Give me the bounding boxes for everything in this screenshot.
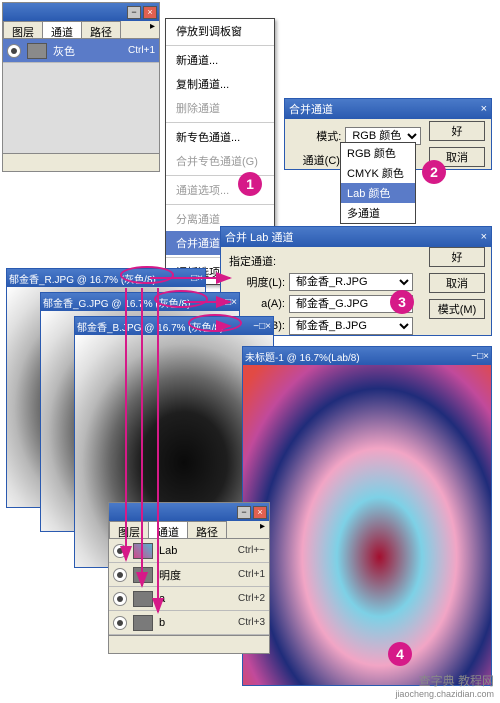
panel-tabs: 图层 通道 路径 ▸: [3, 21, 159, 39]
close-button[interactable]: ×: [231, 297, 237, 308]
channel-name: 明度: [159, 567, 181, 583]
panel-footer: [109, 635, 269, 653]
step-badge-4: 4: [388, 642, 412, 666]
cancel-button[interactable]: 取消: [429, 273, 485, 293]
window-title: 未标题-1 @ 16.7%(Lab/8): [245, 349, 471, 364]
highlight-ring: [154, 290, 208, 308]
panel-footer: [3, 153, 159, 171]
visibility-icon[interactable]: [7, 44, 21, 58]
channel-name: a: [159, 593, 165, 605]
dialog-title: 合并通道 ×: [285, 99, 491, 119]
channel-select[interactable]: 郁金香_B.JPG: [289, 317, 413, 335]
dropdown-option[interactable]: Lab 颜色: [341, 183, 415, 203]
channels-panel-bottom: − × 图层 通道 路径 ▸ Lab Ctrl+~ 明度 Ctrl+1 a Ctrl+2 b…: [108, 502, 270, 654]
channel-name: Lab: [159, 545, 177, 557]
dropdown-option[interactable]: RGB 颜色: [341, 143, 415, 163]
close-button[interactable]: ×: [143, 6, 157, 19]
panel-tabs: 图层 通道 路径 ▸: [109, 521, 269, 539]
menu-item[interactable]: 新专色通道...: [166, 125, 274, 149]
channels-label: 通道(C):: [293, 152, 343, 168]
channels-panel-top: − × 图层 通道 路径 ▸ 灰色 Ctrl+1: [2, 2, 160, 172]
channel-row-gray[interactable]: 灰色 Ctrl+1: [3, 39, 159, 63]
tab-paths[interactable]: 路径: [187, 521, 227, 538]
menu-item: 合并专色通道(G): [166, 149, 274, 173]
panel-menu-icon[interactable]: ▸: [256, 521, 269, 538]
channel-thumb: [133, 567, 153, 583]
highlight-ring: [188, 314, 242, 332]
channel-shortcut: Ctrl+1: [128, 45, 155, 56]
mode-dropdown: RGB 颜色CMYK 颜色Lab 颜色多通道: [340, 142, 416, 224]
group-label: 指定通道:: [229, 253, 419, 269]
visibility-icon[interactable]: [113, 568, 127, 582]
mode-button[interactable]: 模式(M): [429, 299, 485, 319]
tab-paths[interactable]: 路径: [81, 21, 121, 38]
channel-shortcut: Ctrl+3: [238, 617, 265, 628]
dialog-title: 合并 Lab 通道 ×: [221, 227, 491, 247]
tab-layers[interactable]: 图层: [109, 521, 149, 538]
tab-layers[interactable]: 图层: [3, 21, 43, 38]
close-icon[interactable]: ×: [481, 103, 487, 115]
panel-titlebar: − ×: [3, 3, 159, 21]
ok-button[interactable]: 好: [429, 247, 485, 267]
channel-shortcut: Ctrl+2: [238, 593, 265, 604]
menu-item[interactable]: 复制通道...: [166, 72, 274, 96]
highlight-ring: [120, 266, 174, 284]
channel-thumb: [133, 591, 153, 607]
channel-shortcut: Ctrl+1: [238, 569, 265, 580]
close-button[interactable]: ×: [197, 273, 203, 284]
tab-channels[interactable]: 通道: [148, 521, 188, 538]
channel-row[interactable]: 明度 Ctrl+1: [109, 563, 269, 587]
channel-name: 灰色: [53, 43, 75, 59]
visibility-icon[interactable]: [113, 544, 127, 558]
visibility-icon[interactable]: [113, 592, 127, 606]
dropdown-option[interactable]: 多通道: [341, 203, 415, 223]
mode-label: 模式:: [293, 128, 341, 144]
channel-row[interactable]: Lab Ctrl+~: [109, 539, 269, 563]
tab-channels[interactable]: 通道: [42, 21, 82, 38]
step-badge-1: 1: [238, 172, 262, 196]
menu-item[interactable]: 新通道...: [166, 48, 274, 72]
channel-select[interactable]: 郁金香_R.JPG: [289, 273, 413, 291]
watermark: 查字典 教程网 jiaocheng.chazidian.com: [395, 672, 494, 699]
panel-empty: [3, 63, 159, 153]
channel-row[interactable]: a Ctrl+2: [109, 587, 269, 611]
channel-thumb: [133, 543, 153, 559]
panel-titlebar: − ×: [109, 503, 269, 521]
image-window-result[interactable]: 未标题-1 @ 16.7%(Lab/8) −□×: [242, 346, 492, 686]
close-button[interactable]: ×: [253, 506, 267, 519]
step-badge-3: 3: [390, 290, 414, 314]
dialog-title-text: 合并通道: [289, 101, 333, 117]
minimize-button[interactable]: −: [127, 6, 141, 19]
channel-thumb: [27, 43, 47, 59]
visibility-icon[interactable]: [113, 616, 127, 630]
close-icon[interactable]: ×: [481, 231, 487, 243]
panel-menu-icon[interactable]: ▸: [146, 21, 159, 38]
minimize-button[interactable]: −: [237, 506, 251, 519]
close-button[interactable]: ×: [483, 351, 489, 362]
field-label: 明度(L):: [229, 274, 285, 290]
channel-shortcut: Ctrl+~: [238, 545, 265, 556]
ok-button[interactable]: 好: [429, 121, 485, 141]
dialog-title-text: 合并 Lab 通道: [225, 229, 293, 245]
channel-name: b: [159, 617, 165, 629]
step-badge-2: 2: [422, 160, 446, 184]
channel-thumb: [133, 615, 153, 631]
close-button[interactable]: ×: [265, 321, 271, 332]
dropdown-option[interactable]: CMYK 颜色: [341, 163, 415, 183]
menu-item[interactable]: 停放到调板窗: [166, 19, 274, 43]
menu-item: 删除通道: [166, 96, 274, 120]
channel-row[interactable]: b Ctrl+3: [109, 611, 269, 635]
